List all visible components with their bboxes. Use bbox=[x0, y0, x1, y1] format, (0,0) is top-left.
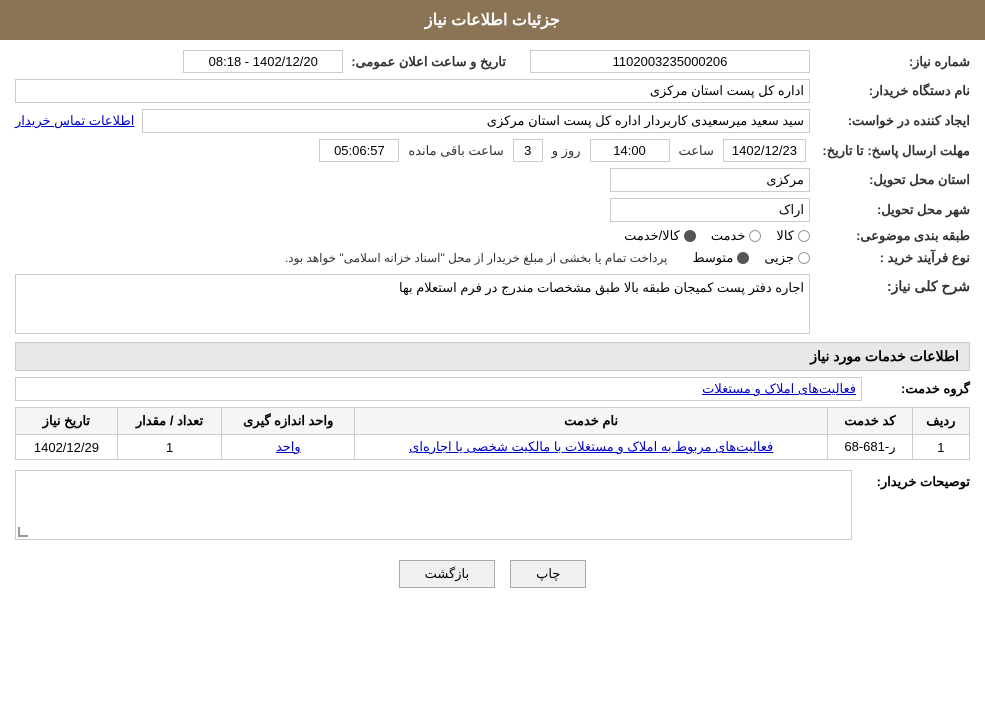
back-button[interactable]: بازگشت bbox=[399, 560, 495, 588]
group-service-row: گروه خدمت: فعالیت‌های املاک و مستغلات bbox=[15, 377, 970, 401]
purchase-type-label: نوع فرآیند خرید : bbox=[810, 250, 970, 266]
services-table: ردیف کد خدمت نام خدمت واحد اندازه گیری ت… bbox=[15, 407, 970, 460]
deadline-remaining-label: ساعت باقی مانده bbox=[408, 143, 503, 159]
buyer-notes-resize-handle bbox=[18, 527, 28, 537]
category-option-khedmat[interactable]: خدمت bbox=[711, 228, 762, 244]
table-header-unit: واحد اندازه گیری bbox=[222, 408, 355, 435]
creator-link[interactable]: اطلاعات تماس خریدار bbox=[15, 113, 134, 129]
deadline-days-label: روز و bbox=[552, 143, 581, 159]
purchase-type-note: پرداخت تمام یا بخشی از مبلغ خریدار از مح… bbox=[285, 251, 668, 265]
category-label-kala-khedmat: کالا/خدمت bbox=[624, 228, 680, 244]
table-header-row: ردیف bbox=[912, 408, 969, 435]
buyer-org-value: اداره کل پست استان مرکزی bbox=[15, 79, 810, 103]
category-label-khedmat: خدمت bbox=[711, 228, 746, 244]
creator-label: ایجاد کننده در خواست: bbox=[810, 113, 970, 129]
group-service-label: گروه خدمت: bbox=[870, 381, 970, 397]
deadline-time: 14:00 bbox=[590, 139, 670, 162]
category-option-kala[interactable]: کالا bbox=[776, 228, 810, 244]
province-label: استان محل تحویل: bbox=[810, 172, 970, 188]
table-cell-service[interactable]: فعالیت‌های مربوط به املاک و مستغلات با م… bbox=[355, 435, 828, 460]
category-option-kala-khedmat[interactable]: کالا/خدمت bbox=[624, 228, 696, 244]
category-label: طبقه بندی موضوعی: bbox=[810, 228, 970, 244]
table-header-service: نام خدمت bbox=[355, 408, 828, 435]
category-radio-kala-khedmat-icon bbox=[684, 230, 696, 242]
need-number-row: شماره نیاز: 1102003235000206 تاریخ و ساع… bbox=[15, 50, 970, 73]
description-wrapper: اجاره دفتر پست کمیجان طبقه بالا طبق مشخص… bbox=[15, 274, 810, 334]
purchase-type-label-jozii: جزیی bbox=[764, 250, 794, 266]
table-row: 1 ر-681-68 فعالیت‌های مربوط به املاک و م… bbox=[16, 435, 970, 460]
buttons-row: چاپ بازگشت bbox=[15, 560, 970, 588]
table-cell-code: ر-681-68 bbox=[828, 435, 913, 460]
deadline-row: مهلت ارسال پاسخ: تا تاریخ: 1402/12/23 سا… bbox=[15, 139, 970, 162]
need-number-value: 1102003235000206 bbox=[530, 50, 810, 73]
need-number-label: شماره نیاز: bbox=[810, 54, 970, 70]
page-header: جزئیات اطلاعات نیاز bbox=[0, 0, 985, 40]
purchase-type-option-jozii[interactable]: جزیی bbox=[764, 250, 810, 266]
main-content: شماره نیاز: 1102003235000206 تاریخ و ساع… bbox=[0, 40, 985, 618]
table-cell-quantity: 1 bbox=[117, 435, 221, 460]
table-header-quantity: تعداد / مقدار bbox=[117, 408, 221, 435]
table-header-date: تاریخ نیاز bbox=[16, 408, 118, 435]
city-label: شهر محل تحویل: bbox=[810, 202, 970, 218]
print-button[interactable]: چاپ bbox=[510, 560, 586, 588]
purchase-type-radio-motavasset-icon bbox=[737, 252, 749, 264]
purchase-type-row: نوع فرآیند خرید : جزیی متوسط پرداخت تمام… bbox=[15, 250, 970, 266]
category-radio-khedmat-icon bbox=[749, 230, 761, 242]
deadline-label: مهلت ارسال پاسخ: تا تاریخ: bbox=[810, 143, 970, 159]
announce-date-label: تاریخ و ساعت اعلان عمومی: bbox=[343, 54, 506, 70]
table-header-code: کد خدمت bbox=[828, 408, 913, 435]
province-value: مرکزی bbox=[610, 168, 810, 192]
announce-date-value: 1402/12/20 - 08:18 bbox=[183, 50, 343, 73]
city-value: اراک bbox=[610, 198, 810, 222]
category-radio-kala-icon bbox=[798, 230, 810, 242]
buyer-notes-box bbox=[15, 470, 852, 540]
deadline-time-label: ساعت bbox=[679, 143, 714, 159]
creator-row: ایجاد کننده در خواست: سید سعید میرسعیدی … bbox=[15, 109, 970, 133]
buyer-notes-section: توصیحات خریدار: bbox=[15, 470, 970, 540]
description-value: اجاره دفتر پست کمیجان طبقه بالا طبق مشخص… bbox=[15, 274, 810, 334]
table-cell-row: 1 bbox=[912, 435, 969, 460]
buyer-org-row: نام دستگاه خریدار: اداره کل پست استان مر… bbox=[15, 79, 970, 103]
page-wrapper: جزئیات اطلاعات نیاز شماره نیاز: 11020032… bbox=[0, 0, 985, 703]
description-section-title: شرح کلی نیاز: bbox=[810, 274, 970, 295]
table-cell-unit[interactable]: واحد bbox=[222, 435, 355, 460]
deadline-date: 1402/12/23 bbox=[723, 139, 806, 162]
category-radio-group: کالا خدمت کالا/خدمت bbox=[15, 228, 810, 244]
buyer-org-label: نام دستگاه خریدار: bbox=[810, 83, 970, 99]
description-row: شرح کلی نیاز: اجاره دفتر پست کمیجان طبقه… bbox=[15, 274, 970, 334]
services-section-title: اطلاعات خدمات مورد نیاز bbox=[15, 342, 970, 371]
category-label-kala: کالا bbox=[776, 228, 794, 244]
page-title: جزئیات اطلاعات نیاز bbox=[425, 12, 560, 29]
purchase-type-option-motavasset[interactable]: متوسط bbox=[692, 250, 749, 266]
buyer-notes-label: توصیحات خریدار: bbox=[860, 470, 970, 490]
purchase-type-label-motavasset: متوسط bbox=[692, 250, 733, 266]
category-row: طبقه بندی موضوعی: کالا خدمت کالا/خدمت bbox=[15, 228, 970, 244]
creator-value: سید سعید میرسعیدی کاربردار اداره کل پست … bbox=[142, 109, 810, 133]
province-row: استان محل تحویل: مرکزی bbox=[15, 168, 970, 192]
purchase-type-radio-jozii-icon bbox=[798, 252, 810, 264]
deadline-days: 3 bbox=[513, 139, 543, 162]
table-cell-date: 1402/12/29 bbox=[16, 435, 118, 460]
purchase-type-radio-group: جزیی متوسط پرداخت تمام یا بخشی از مبلغ خ… bbox=[15, 250, 810, 266]
group-service-value: فعالیت‌های املاک و مستغلات bbox=[15, 377, 862, 401]
city-row: شهر محل تحویل: اراک bbox=[15, 198, 970, 222]
deadline-remaining: 05:06:57 bbox=[319, 139, 399, 162]
